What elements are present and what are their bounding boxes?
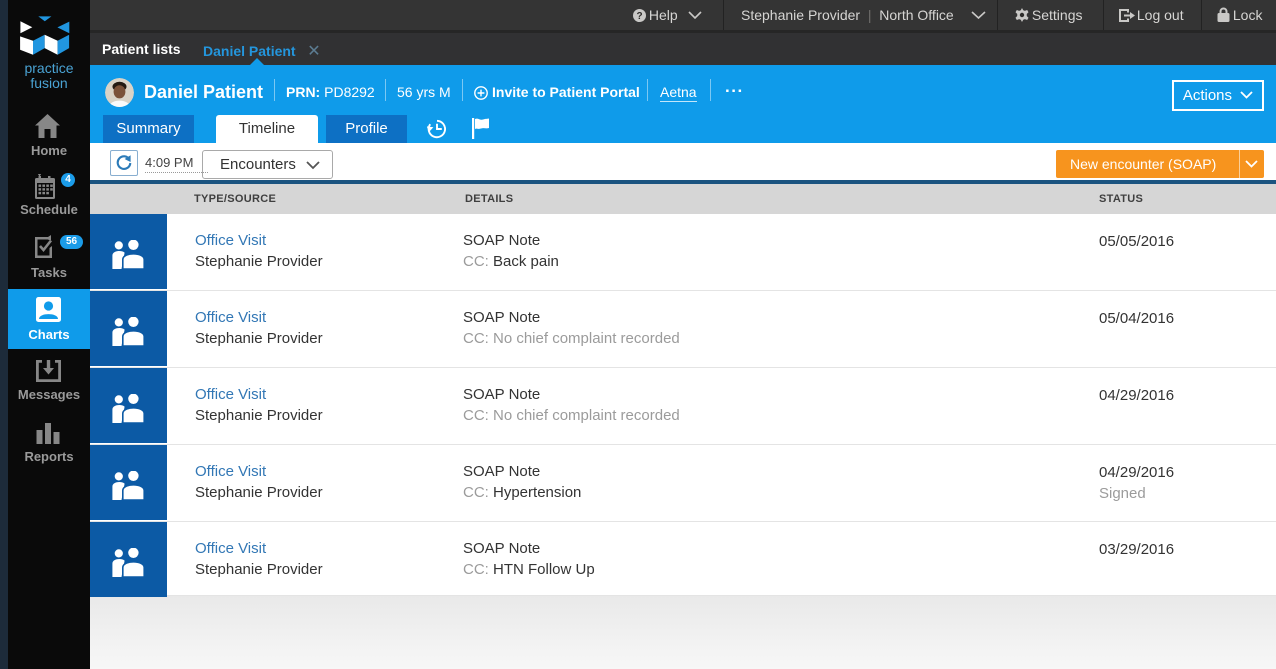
svg-text:?: ? xyxy=(636,11,642,22)
